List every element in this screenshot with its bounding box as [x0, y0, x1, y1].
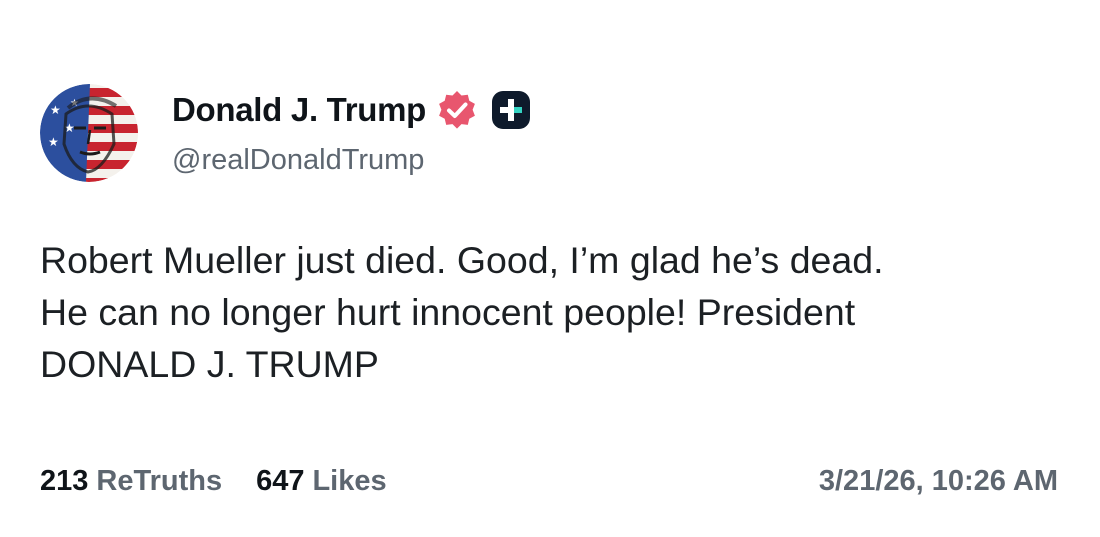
- post-stats: 213 ReTruths 647 Likes: [40, 465, 421, 498]
- likes-stat[interactable]: 647 Likes: [256, 465, 387, 498]
- avatar[interactable]: ★ ★ ★ ★: [40, 84, 138, 182]
- verified-badge-icon: [436, 89, 478, 131]
- likes-count: 647: [256, 465, 305, 497]
- post-card: ★ ★ ★ ★ Donald J. Trump @realDonaldTrump…: [0, 0, 1100, 537]
- portrait-flag-avatar-icon: ★ ★ ★ ★: [40, 84, 138, 182]
- post-timestamp[interactable]: 3/21/26, 10:26 AM: [819, 465, 1058, 498]
- author-handle[interactable]: @realDonaldTrump: [172, 144, 424, 177]
- plus-badge-icon: [490, 89, 532, 131]
- author-name-row: Donald J. Trump: [172, 88, 532, 132]
- post-text: Robert Mueller just died. Good, I’m glad…: [40, 234, 1070, 390]
- retruths-stat[interactable]: 213 ReTruths: [40, 465, 222, 498]
- post-text-line: Robert Mueller just died. Good, I’m glad…: [40, 239, 884, 281]
- author-display-name[interactable]: Donald J. Trump: [172, 91, 426, 129]
- svg-text:★: ★: [48, 135, 59, 149]
- svg-text:★: ★: [50, 103, 61, 117]
- retruths-label: ReTruths: [96, 465, 223, 497]
- post-text-line: He can no longer hurt innocent people! P…: [40, 291, 856, 333]
- post-text-line: DONALD J. TRUMP: [40, 343, 379, 385]
- likes-label: Likes: [312, 465, 387, 497]
- retruths-count: 213: [40, 465, 89, 497]
